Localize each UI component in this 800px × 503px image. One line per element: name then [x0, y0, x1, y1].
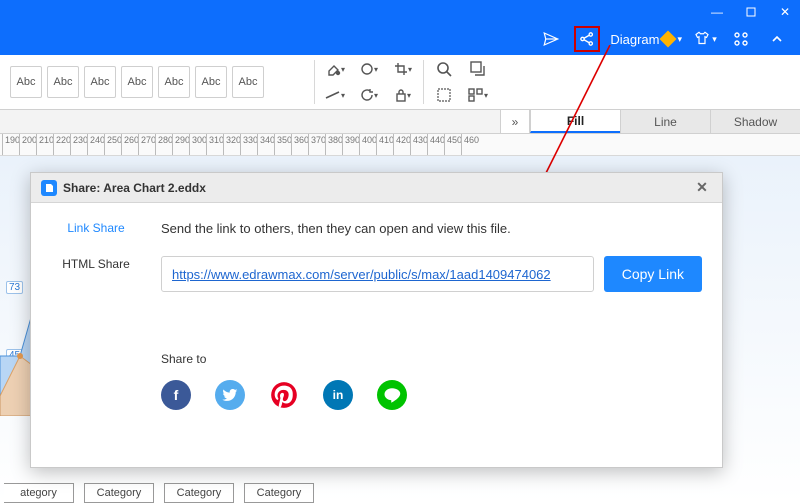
lock-icon[interactable]: ▾ [393, 86, 413, 104]
sidebar-item-link-share[interactable]: Link Share [67, 221, 124, 235]
side-pane-tabs: » Fill Line Shadow [0, 110, 800, 134]
dialog-close-button[interactable]: ✕ [692, 178, 712, 198]
chevron-down-icon: ▾ [677, 34, 682, 45]
tab-shadow[interactable]: Shadow [710, 110, 800, 133]
share-linkedin-icon[interactable]: in [323, 380, 353, 410]
separator [314, 60, 315, 104]
tshirt-icon[interactable]: ▾ [692, 26, 718, 52]
dialog-sidebar: Link Share HTML Share [31, 203, 161, 467]
share-to-label: Share to [161, 352, 702, 366]
line-icon[interactable]: ▾ [325, 86, 345, 104]
style-gallery: Abc Abc Abc Abc Abc Abc Abc [10, 66, 264, 98]
tab-line[interactable]: Line [620, 110, 710, 133]
category-label[interactable]: Category [84, 483, 154, 503]
share-link[interactable]: https://www.edrawmax.com/server/public/s… [172, 267, 551, 282]
copy-link-button[interactable]: Copy Link [604, 256, 702, 292]
separator [423, 60, 424, 104]
select-icon[interactable] [434, 86, 454, 104]
style-swatch[interactable]: Abc [47, 66, 79, 98]
diagram-label: Diagram [610, 32, 659, 47]
style-swatch[interactable]: Abc [195, 66, 227, 98]
category-label[interactable]: Category [164, 483, 234, 503]
category-axis: ategory Category Category Category [0, 483, 314, 503]
crop-icon[interactable]: ▾ [393, 60, 413, 78]
app-logo-icon [41, 180, 57, 196]
fill-icon[interactable]: ▾ [325, 60, 345, 78]
style-swatch[interactable]: Abc [10, 66, 42, 98]
window-titlebar: — ✕ [0, 0, 800, 23]
dialog-title: Share: Area Chart 2.eddx [63, 181, 206, 195]
category-label[interactable]: Category [244, 483, 314, 503]
share-twitter-icon[interactable] [215, 380, 245, 410]
window-minimize[interactable]: — [710, 5, 724, 19]
search-icon[interactable] [434, 60, 454, 78]
collapse-ribbon-icon[interactable] [764, 26, 790, 52]
style-swatch[interactable]: Abc [121, 66, 153, 98]
components-icon[interactable]: ▾ [468, 86, 488, 104]
social-buttons: f in [161, 380, 702, 410]
apps-icon[interactable] [728, 26, 754, 52]
window-maximize[interactable] [744, 5, 758, 19]
share-facebook-icon[interactable]: f [161, 380, 191, 410]
share-icon[interactable] [574, 26, 600, 52]
share-line-icon[interactable] [377, 380, 407, 410]
expand-pane-button[interactable]: » [500, 110, 530, 133]
shape-icon[interactable]: ▾ [359, 60, 379, 78]
share-instruction: Send the link to others, then they can o… [161, 221, 702, 236]
diagram-menu[interactable]: Diagram ▾ [610, 32, 682, 47]
share-dialog: Share: Area Chart 2.eddx ✕ Link Share HT… [30, 172, 723, 468]
replace-icon[interactable] [468, 60, 488, 78]
style-swatch[interactable]: Abc [158, 66, 190, 98]
style-swatch[interactable]: Abc [232, 66, 264, 98]
category-label[interactable]: ategory [4, 483, 74, 503]
send-icon[interactable] [538, 26, 564, 52]
dialog-titlebar: Share: Area Chart 2.eddx ✕ [31, 173, 722, 203]
rotate-icon[interactable]: ▾ [359, 86, 379, 104]
window-close[interactable]: ✕ [778, 5, 792, 19]
diamond-icon [660, 31, 677, 48]
format-toolbar: Abc Abc Abc Abc Abc Abc Abc ▾ ▾ ▾ ▾ ▾ ▾ … [0, 55, 800, 110]
share-pinterest-icon[interactable] [269, 380, 299, 410]
dialog-main: Send the link to others, then they can o… [161, 203, 722, 467]
tab-fill[interactable]: Fill [530, 110, 620, 133]
horizontal-ruler: 1902002102202302402502602702802903003103… [0, 134, 800, 156]
share-link-field[interactable]: https://www.edrawmax.com/server/public/s… [161, 256, 594, 292]
ribbon-bar: Diagram ▾ ▾ [0, 23, 800, 55]
style-swatch[interactable]: Abc [84, 66, 116, 98]
sidebar-item-html-share[interactable]: HTML Share [62, 257, 130, 271]
